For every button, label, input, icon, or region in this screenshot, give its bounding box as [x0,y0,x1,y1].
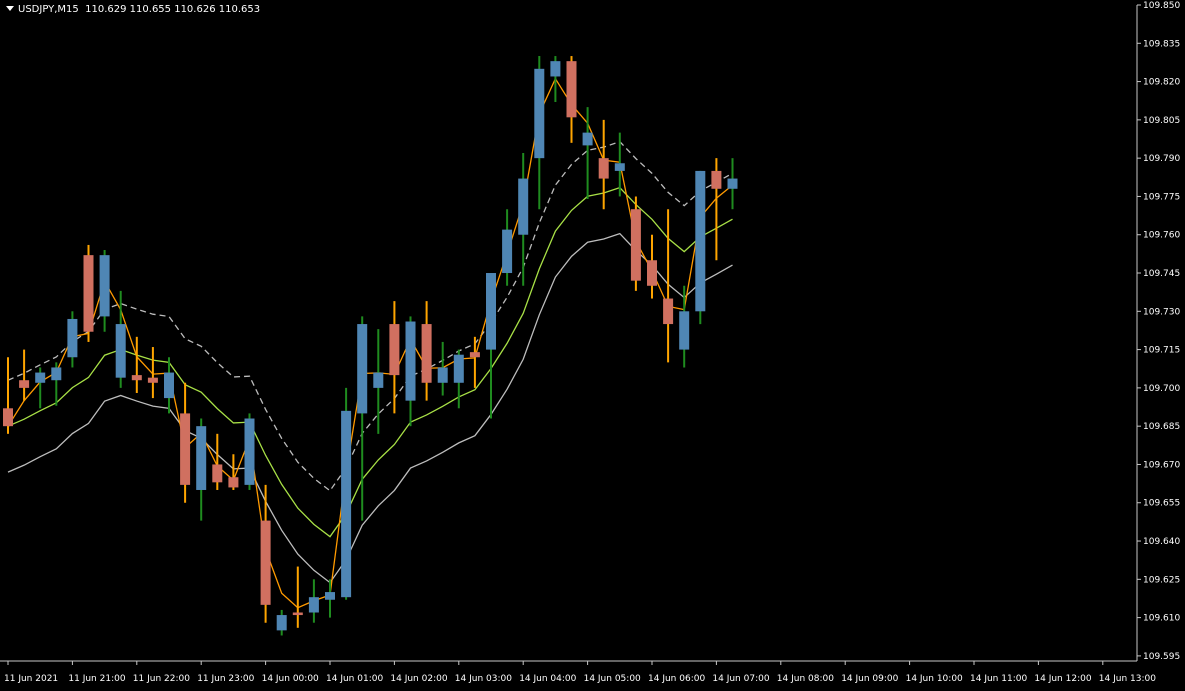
candle-body [99,255,110,317]
candle-body [550,61,561,77]
candle-body [147,377,158,383]
time-tick-label: 14 Jun 12:00 [1034,674,1091,684]
time-tick-label: 14 Jun 03:00 [455,674,512,684]
price-tick-label: 109.670 [1143,460,1180,470]
price-tick-label: 109.760 [1143,231,1180,241]
candle-body [67,318,78,358]
price-tick-label: 109.625 [1143,575,1180,585]
candle-body [405,321,416,401]
time-tick-label: 14 Jun 05:00 [584,674,641,684]
price-tick-label: 109.595 [1143,652,1180,662]
candle-body [292,612,303,616]
time-tick-label: 14 Jun 11:00 [970,674,1027,684]
envelope-lower-line [7,232,733,584]
candle-body [582,132,593,146]
candle-body [196,426,207,490]
candle-body [83,255,94,332]
candle-body [244,418,255,485]
candle-body [180,413,191,485]
candle-body [357,324,368,414]
time-tick-label: 14 Jun 00:00 [262,674,319,684]
candle-body [614,163,625,171]
candle-body [228,477,239,488]
candle-body [212,464,223,483]
candle-body [518,178,529,235]
time-tick-label: 11 Jun 23:00 [197,674,254,684]
candle-body [3,408,13,427]
candle-body [711,170,722,189]
candle-body [630,209,641,281]
chart-area: 109.850 109.835 109.820 109.805 109.790 109.7… [0,0,1185,691]
candle-body [566,61,577,118]
price-tick-label: 109.640 [1143,537,1180,547]
candle-body [486,273,496,350]
ohlc-readout: 110.629 110.655 110.626 110.653 [85,4,261,15]
candle-body [308,597,319,613]
time-tick-label: 14 Jun 09:00 [841,674,898,684]
candle-body [51,367,62,381]
candle-body [276,615,287,631]
price-tick-label: 109.685 [1143,422,1180,432]
envelope-upper-line [7,140,733,492]
price-tick-label: 109.700 [1143,384,1180,394]
candle-body [695,170,706,312]
candle-body [502,229,513,274]
time-tick-label: 11 Jun 22:00 [133,674,190,684]
symbol-label: USDJPY,M15 [18,4,79,15]
price-tick-label: 109.730 [1143,307,1180,317]
time-tick-label: 14 Jun 10:00 [906,674,963,684]
time-tick-label: 11 Jun 21:00 [68,674,125,684]
collapse-triangle-icon[interactable] [6,6,14,11]
price-tick-label: 109.850 [1143,1,1180,11]
candle-body [469,352,480,358]
candle-body [663,298,674,325]
candle-body [647,260,657,286]
candlestick-chart: 109.850 109.835 109.820 109.805 109.790 109.7… [0,1,1180,684]
time-tick-label: 14 Jun 08:00 [777,674,834,684]
candle-body [437,367,448,383]
price-tick-label: 109.715 [1143,346,1180,356]
price-tick-label: 109.790 [1143,154,1180,164]
time-tick-label: 14 Jun 07:00 [712,674,769,684]
time-tick-label: 14 Jun 04:00 [519,674,576,684]
time-tick-label: 11 Jun 2021 [4,674,58,684]
candle-body [389,324,400,376]
price-tick-label: 109.805 [1143,116,1180,126]
candle-body [164,372,174,399]
time-tick-label: 14 Jun 01:00 [326,674,383,684]
time-tick-label: 14 Jun 02:00 [390,674,447,684]
time-tick-label: 14 Jun 13:00 [1099,674,1156,684]
candle-body [453,354,464,383]
candle-body [421,324,432,383]
price-tick-label: 109.745 [1143,269,1180,279]
candle-body [679,311,690,350]
candle-body [598,158,609,179]
candle-body [260,520,271,605]
price-tick-label: 109.820 [1143,78,1180,88]
price-tick-label: 109.835 [1143,39,1180,49]
chart-header: USDJPY,M15 110.629 110.655 110.626 110.6… [6,4,260,15]
candle-body [19,380,30,388]
price-tick-label: 109.775 [1143,192,1180,202]
price-tick-label: 109.610 [1143,614,1180,624]
candle-body [325,592,335,600]
candle-body [341,410,352,598]
price-tick-label: 109.655 [1143,499,1180,509]
time-tick-label: 14 Jun 06:00 [648,674,705,684]
candle-body [131,375,142,381]
candle-body [373,372,384,388]
candle-body [534,68,545,159]
candle-body [35,372,46,383]
candle-body [727,178,738,189]
candle-body [115,324,126,378]
